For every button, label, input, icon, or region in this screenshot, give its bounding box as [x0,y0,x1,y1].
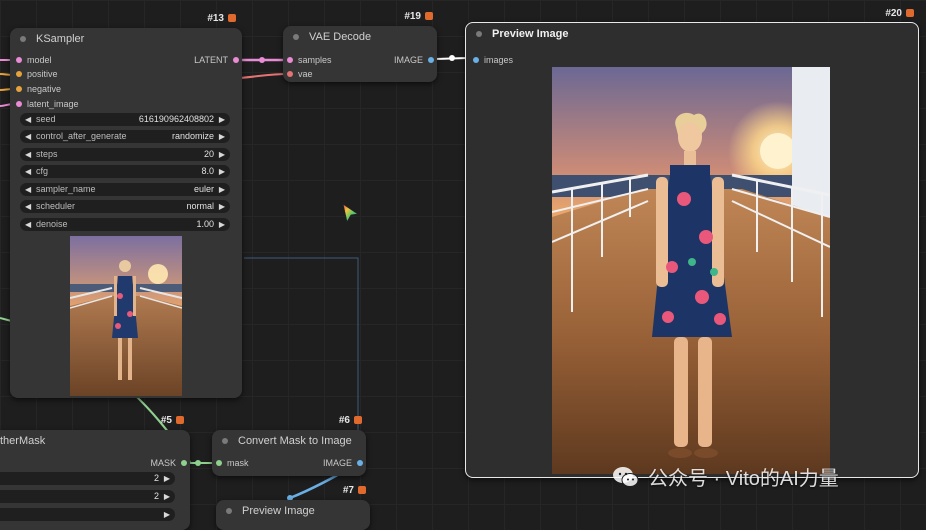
vae-decode-header[interactable]: VAE Decode [283,26,437,48]
ksampler-node-id: #13 [207,13,236,24]
output-image[interactable]: IMAGE [394,53,435,67]
image-wire-midpoint [449,55,455,61]
ksampler-preview-image [70,236,182,396]
preview-small-title: Preview Image [242,505,315,517]
feather-mask-node[interactable]: #5 therMask MASK 2 ▶ 2 ▶ ▶ [0,415,190,530]
feather-mask-title: therMask [0,435,46,447]
increment-arrow-icon: ▶ [163,492,170,501]
feather-mask-node-id: #5 [161,415,184,426]
fox-badge-icon [358,486,366,495]
increment-arrow-icon: ▶ [218,167,225,176]
preview-image-title: Preview Image [492,28,569,40]
mask-pin-icon [216,460,222,466]
feather-mask-header[interactable]: therMask [0,430,190,452]
collapse-dot-icon[interactable] [293,34,299,40]
wechat-icon [613,466,639,487]
decrement-arrow-icon: ◀ [25,202,32,211]
watermark-text: 公众号 · Vito的AI力量 [648,468,839,490]
ksampler-node[interactable]: #13 KSampler model positive negative lat… [10,13,242,398]
latent-image-pin-icon [16,101,22,107]
feather-value-widget-3[interactable]: ▶ [0,508,175,521]
preview-main-image [552,67,830,474]
increment-arrow-icon: ▶ [218,150,225,159]
rainbow-cursor-icon [342,203,360,224]
positive-pin-icon [16,71,22,77]
input-mask[interactable]: mask [214,456,249,470]
convert-mask-node[interactable]: #6 Convert Mask to Image mask IMAGE [212,415,366,476]
decrement-arrow-icon: ◀ [25,132,32,141]
output-latent[interactable]: LATENT [194,53,240,67]
input-samples[interactable]: samples [285,53,332,67]
preview-image-header[interactable]: Preview Image [466,23,918,45]
collapse-dot-icon[interactable] [20,36,26,42]
image-pin-icon [357,460,363,466]
vae-wire [239,73,289,79]
latent-pin-icon [233,57,239,63]
convert-mask-header[interactable]: Convert Mask to Image [212,430,366,452]
vae-decode-node[interactable]: #19 VAE Decode samples vae IMAGE [283,11,437,82]
images-pin-icon [473,57,479,63]
increment-arrow-icon: ▶ [163,510,170,519]
input-latent-image[interactable]: latent_image [14,97,79,111]
decrement-arrow-icon: ◀ [25,220,32,229]
input-model[interactable]: model [14,53,52,67]
mask-pin-icon [181,460,187,466]
collapse-dot-icon[interactable] [222,438,228,444]
ksampler-header[interactable]: KSampler [10,28,242,50]
input-images[interactable]: images [471,53,513,67]
cfg-widget[interactable]: ◀ cfg 8.0 ▶ [20,165,230,178]
steps-widget[interactable]: ◀ steps 20 ▶ [20,148,230,161]
latent-wire-midpoint [259,57,265,63]
increment-arrow-icon: ▶ [218,185,225,194]
increment-arrow-icon: ▶ [163,474,170,483]
input-negative[interactable]: negative [14,82,61,96]
output-image-convert[interactable]: IMAGE [323,456,364,470]
input-positive[interactable]: positive [14,67,58,81]
collapse-dot-icon[interactable] [226,508,232,514]
vae-pin-icon [287,71,293,77]
scheduler-widget[interactable]: ◀ scheduler normal ▶ [20,200,230,213]
woman-on-deck-thumbnail-icon [70,236,182,396]
vae-decode-title: VAE Decode [309,31,372,43]
samples-pin-icon [287,57,293,63]
mask-wire-midpoint [195,460,201,466]
preview-image-node-id: #20 [885,8,914,19]
fox-badge-icon [354,416,362,425]
ksampler-title: KSampler [36,33,85,45]
preview-image-small-node[interactable]: #7 Preview Image [216,485,370,530]
decrement-arrow-icon: ◀ [25,150,32,159]
woman-on-ship-deck-image-icon [552,67,830,474]
preview-image-node[interactable]: #20 Preview Image images [465,8,919,478]
guide-wire [244,257,359,430]
control-after-generate-widget[interactable]: ◀ control_after_generate randomize ▶ [20,130,230,143]
increment-arrow-icon: ▶ [218,132,225,141]
decrement-arrow-icon: ◀ [25,167,32,176]
decrement-arrow-icon: ◀ [25,115,32,124]
fox-badge-icon [425,12,433,21]
seed-widget[interactable]: ◀ seed 616190962408802 ▶ [20,113,230,126]
fox-badge-icon [176,416,184,425]
vae-decode-node-id: #19 [404,11,433,22]
convert-mask-title: Convert Mask to Image [238,435,352,447]
image-pin-icon [428,57,434,63]
fox-badge-icon [906,9,914,18]
decrement-arrow-icon: ◀ [25,185,32,194]
increment-arrow-icon: ▶ [218,115,225,124]
output-mask[interactable]: MASK [150,456,188,470]
model-pin-icon [16,57,22,63]
input-vae[interactable]: vae [285,67,313,81]
preview-small-header[interactable]: Preview Image [216,500,370,522]
sampler-name-widget[interactable]: ◀ sampler_name euler ▶ [20,183,230,196]
negative-pin-icon [16,86,22,92]
increment-arrow-icon: ▶ [218,202,225,211]
convert-mask-node-id: #6 [339,415,362,426]
preview-small-node-id: #7 [343,485,366,496]
fox-badge-icon [228,14,236,23]
feather-value-widget-1[interactable]: 2 ▶ [0,472,175,485]
watermark: 公众号 · Vito的AI力量 [612,462,839,491]
denoise-widget[interactable]: ◀ denoise 1.00 ▶ [20,218,230,231]
increment-arrow-icon: ▶ [218,220,225,229]
feather-value-widget-2[interactable]: 2 ▶ [0,490,175,503]
collapse-dot-icon[interactable] [476,31,482,37]
